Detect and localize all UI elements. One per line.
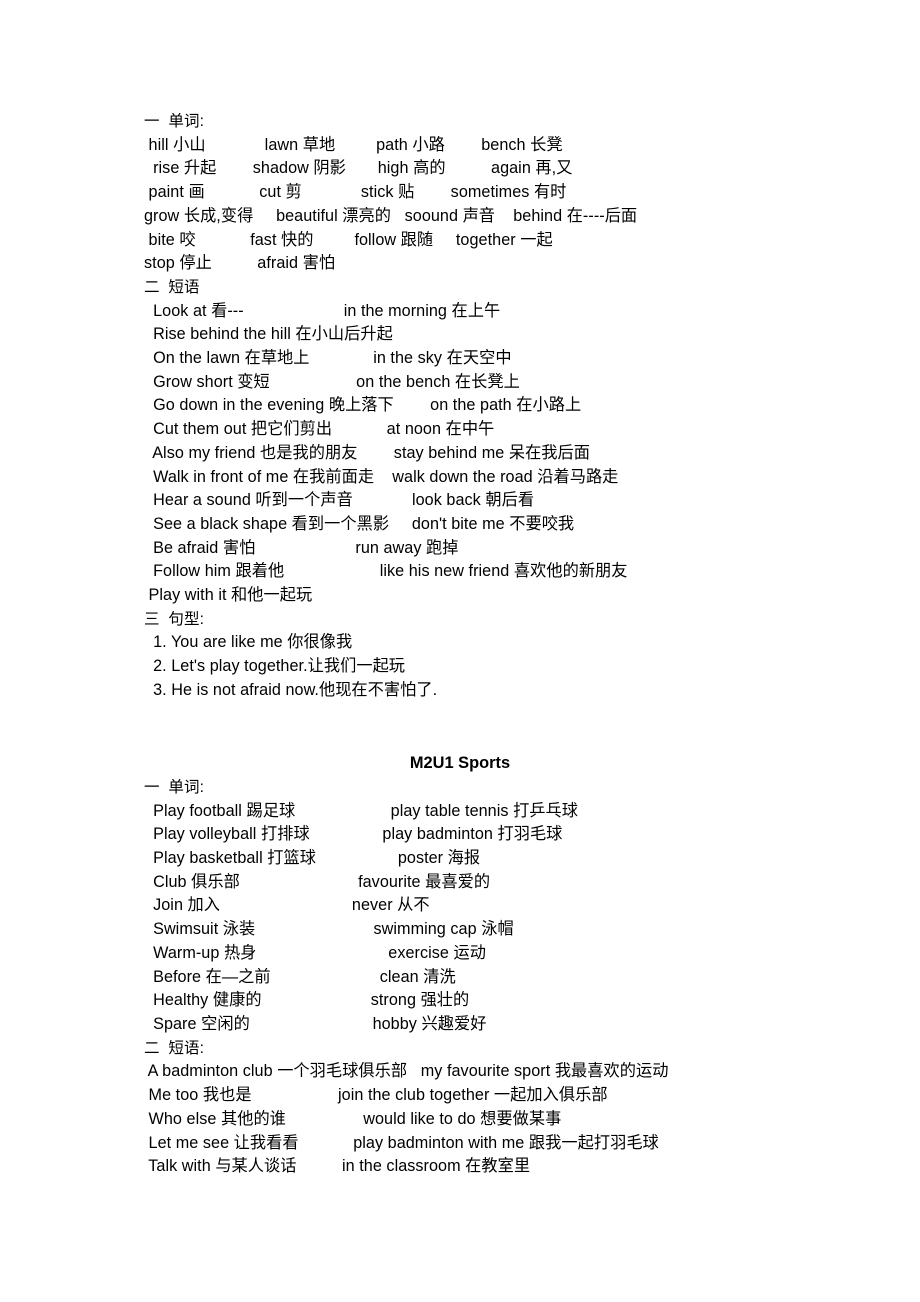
unit1-sentence-line: 2. Let's play together.让我们一起玩 — [144, 657, 406, 676]
unit2-word-line: Play basketball 打篮球 poster 海报 — [144, 849, 481, 868]
unit1-phrases-heading: 二 短语 — [144, 278, 200, 296]
unit1-phrase-line: Cut them out 把它们剪出 at noon 在中午 — [144, 420, 495, 439]
unit2-word-line: Spare 空闲的 hobby 兴趣爱好 — [144, 1015, 487, 1033]
unit2-title: M2U1 Sports — [409, 754, 511, 773]
unit2-phrase-line: Talk with 与某人谈话 in the classroom 在教室里 — [144, 1157, 531, 1176]
unit1-word-line: rise 升起 shadow 阴影 high 高的 again 再,又 — [144, 159, 573, 178]
unit1-words-heading: 一 单词: — [144, 113, 205, 130]
unit1-sentence-line: 1. You are like me 你很像我 — [144, 633, 353, 652]
unit1-word-line: stop 停止 afraid 害怕 — [144, 254, 336, 273]
unit1-phrase-line: On the lawn 在草地上 in the sky 在天空中 — [144, 349, 512, 368]
unit1-phrase-line: Be afraid 害怕 run away 跑掉 — [144, 538, 459, 557]
unit2-phrase-line: Let me see 让我看看 play badminton with me 跟… — [144, 1133, 659, 1152]
unit1-sentences-heading: 三 句型: — [144, 610, 205, 628]
unit2-phrase-line: Who else 其他的谁 would like to do 想要做某事 — [144, 1109, 562, 1128]
unit1-phrase-line: Play with it 和他一起玩 — [144, 586, 313, 605]
unit2-word-line: Play volleyball 打排球 play badminton 打羽毛球 — [144, 825, 563, 844]
unit1-word-line: grow 长成,变得 beautiful 漂亮的 soound 声音 behin… — [144, 206, 638, 225]
unit1-phrase-line: See a black shape 看到一个黑影 don't bite me 不… — [144, 514, 575, 533]
document-page: 一 单词: hill 小山 lawn 草地 path 小路 bench 长凳 r… — [0, 0, 920, 1302]
unit2-phrase-line: A badminton club 一个羽毛球俱乐部 my favourite s… — [144, 1062, 669, 1081]
unit1-phrase-line: Follow him 跟着他 like his new friend 喜欢他的新… — [144, 562, 628, 581]
unit2-word-line: Swimsuit 泳装 swimming cap 泳帽 — [144, 920, 514, 939]
unit1-word-line: bite 咬 fast 快的 follow 跟随 together 一起 — [144, 230, 553, 249]
unit2-word-line: Club 俱乐部 favourite 最喜爱的 — [144, 872, 491, 891]
unit1-phrase-line: Hear a sound 听到一个声音 look back 朝后看 — [144, 491, 535, 510]
unit2-phrases-heading: 二 短语: — [144, 1039, 205, 1057]
unit1-phrase-line: Grow short 变短 on the bench 在长凳上 — [144, 372, 520, 391]
unit1-phrase-line: Look at 看--- in the morning 在上午 — [144, 301, 501, 320]
unit2-word-line: Warm-up 热身 exercise 运动 — [144, 943, 486, 962]
unit2-word-line: Healthy 健康的 strong 强壮的 — [144, 991, 470, 1010]
unit2-phrase-line: Me too 我也是 join the club together 一起加入俱乐… — [144, 1086, 608, 1105]
unit1-phrase-line: Go down in the evening 晚上落下 on the path … — [144, 396, 582, 415]
unit1-phrase-line: Rise behind the hill 在小山后升起 — [144, 325, 393, 344]
unit1-word-line: paint 画 cut 剪 stick 贴 sometimes 有时 — [144, 183, 567, 202]
unit1-sentence-line: 3. He is not afraid now.他现在不害怕了. — [144, 680, 438, 699]
unit2-word-line: Play football 踢足球 play table tennis 打乒乓球 — [144, 801, 579, 820]
unit2-word-line: Join 加入 never 从不 — [144, 896, 430, 915]
unit1-phrase-line: Also my friend 也是我的朋友 stay behind me 呆在我… — [144, 443, 591, 462]
document-body: 一 单词: hill 小山 lawn 草地 path 小路 bench 长凳 r… — [144, 110, 884, 1179]
unit1-phrase-line: Walk in front of me 在我前面走 walk down the … — [144, 467, 619, 486]
unit1-word-line: hill 小山 lawn 草地 path 小路 bench 长凳 — [144, 135, 563, 154]
unit2-word-line: Before 在—之前 clean 清洗 — [144, 967, 456, 986]
unit2-words-heading: 一 单词: — [144, 778, 205, 796]
